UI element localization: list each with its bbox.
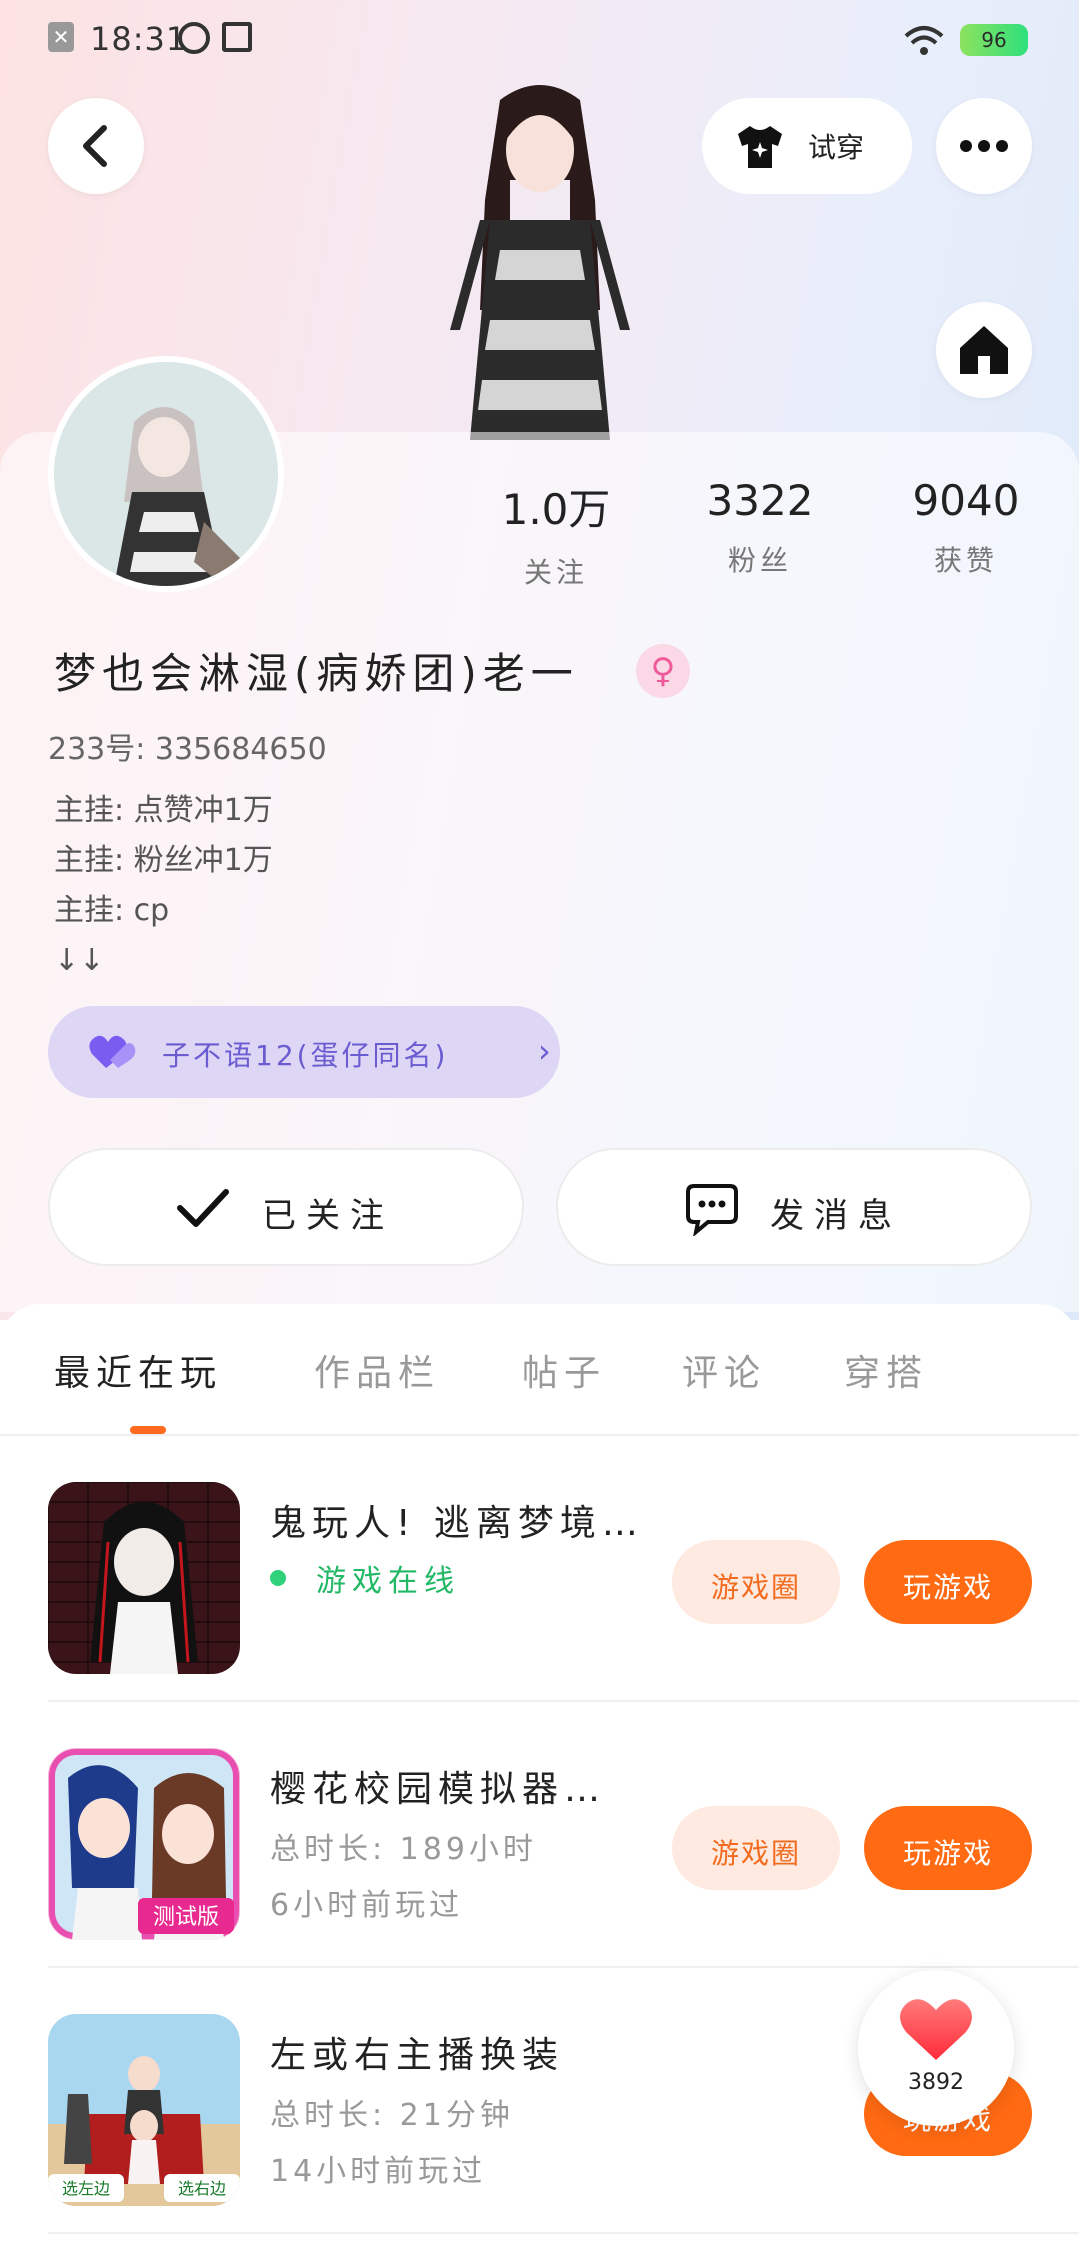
battery-indicator: 96 xyxy=(960,24,1028,56)
thumb-right-label: 选右边 xyxy=(178,2179,226,2198)
more-options-button[interactable] xyxy=(936,98,1032,194)
online-status-text: 游戏在线 xyxy=(316,1564,460,1599)
tab-outfits[interactable]: 穿搭 xyxy=(844,1344,928,1396)
stat-following-label: 关注 xyxy=(523,556,588,589)
game-title: 鬼玩人! 逃离梦境… xyxy=(270,1503,644,1544)
avatar[interactable] xyxy=(48,356,284,592)
avatar-character-image xyxy=(114,407,244,586)
bio-line: 主挂: cp xyxy=(54,893,170,928)
follow-label: 已关注 xyxy=(262,1196,394,1236)
row-divider xyxy=(48,2232,1079,2234)
screenshot-icon xyxy=(222,22,252,52)
sync-icon xyxy=(178,22,210,54)
notification-icon: ✕ xyxy=(48,22,74,52)
game-circle-button[interactable]: 游戏圈 xyxy=(672,1540,840,1624)
game-thumbnail[interactable] xyxy=(48,1482,240,1674)
stat-fans[interactable]: 3322 粉丝 xyxy=(680,476,840,579)
thumb-left-label: 选左边 xyxy=(62,2179,110,2198)
stat-likes-value: 9040 xyxy=(912,476,1020,525)
online-status-dot xyxy=(270,1570,286,1586)
profile-bio: 主挂: 点赞冲1万 主挂: 粉丝冲1万 主挂: cp ↓↓ xyxy=(54,786,273,986)
chat-bubble-icon xyxy=(686,1184,738,1236)
bio-line: 主挂: 粉丝冲1万 xyxy=(54,843,273,878)
female-gender-icon: ♀ xyxy=(636,644,690,698)
message-label: 发消息 xyxy=(770,1196,902,1236)
stat-following[interactable]: 1.0万 关注 xyxy=(476,476,636,591)
try-on-label: 试穿 xyxy=(808,131,865,164)
try-on-button[interactable]: 试穿 xyxy=(702,98,912,194)
like-button[interactable]: 3892 xyxy=(858,1970,1014,2126)
game-thumbnail[interactable]: 测试版 xyxy=(48,1748,240,1940)
message-button[interactable]: 发消息 xyxy=(556,1148,1032,1266)
tab-works[interactable]: 作品栏 xyxy=(314,1344,440,1396)
game-cover-image: 选左边 选右边 xyxy=(48,2014,240,2206)
chevron-right-icon: › xyxy=(538,1032,551,1070)
game-cover-image xyxy=(48,1482,240,1674)
profile-name: 梦也会淋湿(病娇团)老一 xyxy=(54,649,579,698)
status-bar: ✕ 18:31 96 xyxy=(0,14,1079,64)
list-item[interactable]: 测试版 樱花校园模拟器… 总时长: 189小时 6小时前玩过 游戏圈 玩游戏 xyxy=(0,1702,1079,1968)
status-time: 18:31 xyxy=(90,20,188,58)
stat-likes[interactable]: 9040 获赞 xyxy=(886,476,1046,579)
chevron-left-icon xyxy=(83,125,107,167)
list-item[interactable]: 鬼玩人! 逃离梦境… 游戏在线 游戏圈 玩游戏 xyxy=(0,1436,1079,1702)
game-circle-button[interactable]: 游戏圈 xyxy=(672,1806,840,1890)
stat-fans-value: 3322 xyxy=(706,476,814,525)
check-icon xyxy=(177,1189,229,1227)
group-link[interactable]: 子不语12(蛋仔同名) › xyxy=(48,1006,560,1098)
follow-button[interactable]: 已关注 xyxy=(48,1148,524,1266)
tab-comments[interactable]: 评论 xyxy=(682,1344,766,1396)
dressup-character-figure xyxy=(450,85,630,440)
game-title: 樱花校园模拟器… xyxy=(270,1769,607,1810)
wifi-icon xyxy=(904,26,944,55)
user-id[interactable]: 233号: 335684650 xyxy=(48,724,327,768)
game-last-played: 14小时前玩过 xyxy=(270,2154,487,2189)
play-game-label: 玩游戏 xyxy=(902,1837,993,1870)
game-duration: 总时长: 21分钟 xyxy=(270,2098,514,2133)
tab-posts[interactable]: 帖子 xyxy=(522,1344,606,1396)
back-button[interactable] xyxy=(48,98,144,194)
game-thumbnail[interactable]: 选左边 选右边 xyxy=(48,2014,240,2206)
bio-line: 主挂: 点赞冲1万 xyxy=(54,793,273,828)
tshirt-icon xyxy=(738,126,782,168)
play-game-button[interactable]: 玩游戏 xyxy=(864,1540,1032,1624)
heart-group-icon xyxy=(89,1035,136,1068)
stat-likes-label: 获赞 xyxy=(933,544,998,577)
heart-icon xyxy=(900,1999,972,2060)
game-duration: 总时长: 189小时 xyxy=(270,1832,537,1867)
game-title: 左或右主播换装 xyxy=(270,2035,565,2076)
like-count: 3892 xyxy=(908,2070,964,2095)
stat-fans-label: 粉丝 xyxy=(727,544,792,577)
group-link-label: 子不语12(蛋仔同名) xyxy=(162,1039,449,1072)
play-game-button[interactable]: 玩游戏 xyxy=(864,1806,1032,1890)
stat-following-value: 1.0万 xyxy=(501,485,611,534)
home-button[interactable] xyxy=(936,302,1032,398)
tab-recently-played[interactable]: 最近在玩 xyxy=(54,1344,222,1396)
test-version-badge: 测试版 xyxy=(153,1905,219,1930)
more-dots-icon xyxy=(960,140,1008,152)
game-circle-label: 游戏圈 xyxy=(710,1837,801,1870)
play-game-label: 玩游戏 xyxy=(902,1571,993,1604)
game-circle-label: 游戏圈 xyxy=(710,1571,801,1604)
home-icon xyxy=(960,326,1008,374)
active-tab-indicator xyxy=(130,1426,166,1434)
bio-line: ↓↓ xyxy=(54,943,105,978)
game-cover-image: 测试版 xyxy=(48,1748,240,1940)
game-last-played: 6小时前玩过 xyxy=(270,1888,464,1923)
